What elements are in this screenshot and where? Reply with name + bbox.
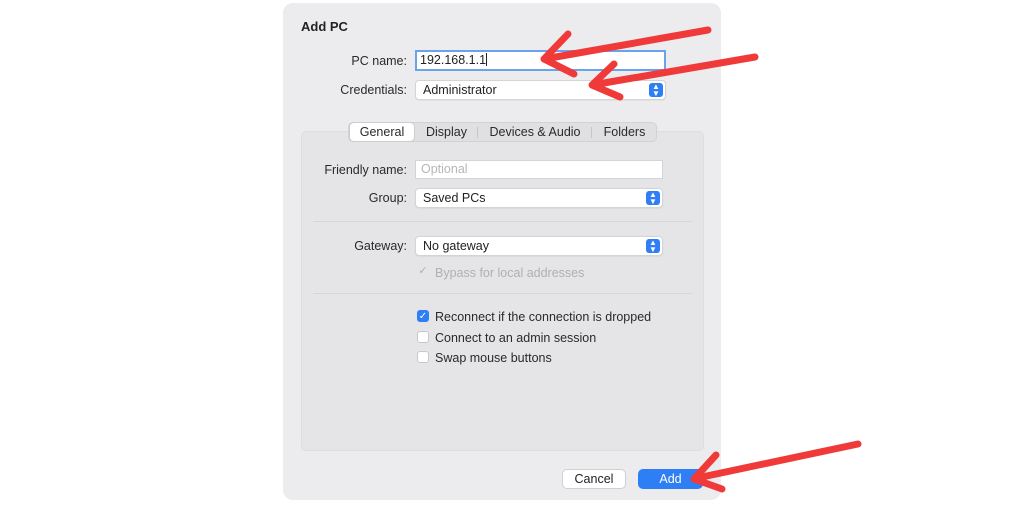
swap-mouse-label: Swap mouse buttons xyxy=(435,351,552,365)
gateway-popup[interactable]: No gateway ▲ ▼ xyxy=(415,236,663,256)
group-popup[interactable]: Saved PCs ▲ ▼ xyxy=(415,188,663,208)
pc-name-value: 192.168.1.1 xyxy=(420,53,487,67)
friendly-name-label: Friendly name: xyxy=(324,163,407,177)
tab-devices-audio[interactable]: Devices & Audio xyxy=(479,123,591,141)
tab-separator xyxy=(477,127,478,138)
tab-bar: General Display Devices & Audio Folders xyxy=(348,122,657,142)
bypass-local-checkbox[interactable]: ✓ xyxy=(417,266,429,278)
settings-panel xyxy=(301,131,704,451)
up-down-chevron-icon: ▲ ▼ xyxy=(649,83,663,98)
reconnect-label: Reconnect if the connection is dropped xyxy=(435,310,652,324)
credentials-label: Credentials: xyxy=(340,83,407,97)
gateway-label: Gateway: xyxy=(354,239,407,253)
credentials-popup[interactable]: Administrator ▲ ▼ xyxy=(415,80,666,100)
dialog-title: Add PC xyxy=(301,19,348,34)
gateway-value: No gateway xyxy=(423,239,490,253)
section-divider xyxy=(313,293,692,294)
bypass-local-label: Bypass for local addresses xyxy=(435,266,585,280)
up-down-chevron-icon: ▲ ▼ xyxy=(646,191,660,206)
reconnect-checkbox[interactable]: ✓ xyxy=(417,310,429,322)
tab-separator xyxy=(591,127,592,138)
tab-folders[interactable]: Folders xyxy=(593,123,656,141)
tab-general[interactable]: General xyxy=(350,123,414,141)
cancel-button[interactable]: Cancel xyxy=(562,469,626,489)
credentials-value: Administrator xyxy=(423,83,497,97)
tab-display[interactable]: Display xyxy=(417,123,476,141)
swap-mouse-checkbox[interactable] xyxy=(417,351,429,363)
admin-session-label: Connect to an admin session xyxy=(435,331,597,345)
group-label: Group: xyxy=(368,191,407,205)
section-divider xyxy=(313,221,692,222)
up-down-chevron-icon: ▲ ▼ xyxy=(646,239,660,254)
pc-name-label: PC name: xyxy=(351,54,407,68)
pc-name-input[interactable]: 192.168.1.1 xyxy=(415,50,666,71)
friendly-name-input[interactable]: Optional xyxy=(415,160,663,179)
group-value: Saved PCs xyxy=(423,191,486,205)
admin-session-checkbox[interactable] xyxy=(417,331,429,343)
text-cursor xyxy=(486,53,488,66)
add-button[interactable]: Add xyxy=(638,469,703,489)
